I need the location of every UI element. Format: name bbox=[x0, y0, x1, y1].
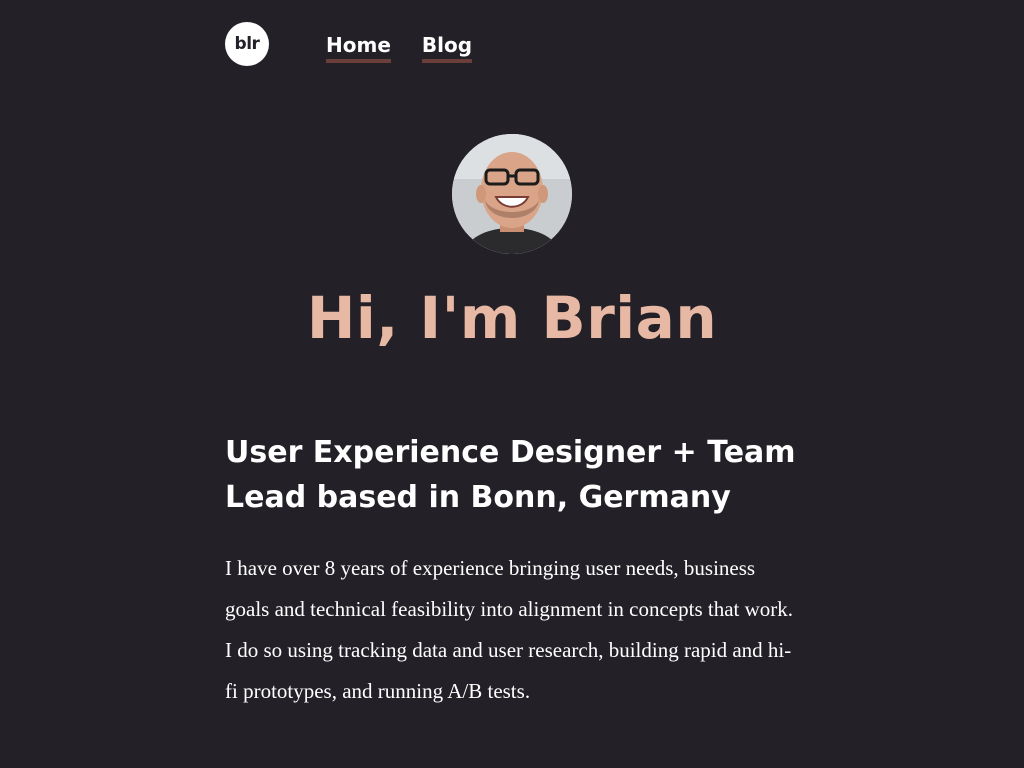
profile-photo-icon bbox=[452, 134, 572, 254]
about-intro: I have over 8 years of experience bringi… bbox=[225, 556, 794, 703]
nav-home-link[interactable]: Home bbox=[326, 31, 391, 63]
main-nav: Home Blog bbox=[326, 31, 473, 63]
about-subtitle: User Experience Designer + Team Lead bas… bbox=[225, 435, 796, 515]
nav-blog-link[interactable]: Blog bbox=[421, 31, 473, 63]
site-logo[interactable]: blr bbox=[225, 22, 269, 66]
profile-avatar bbox=[452, 134, 572, 254]
hero-greeting: Hi, I'm Brian bbox=[306, 284, 718, 352]
